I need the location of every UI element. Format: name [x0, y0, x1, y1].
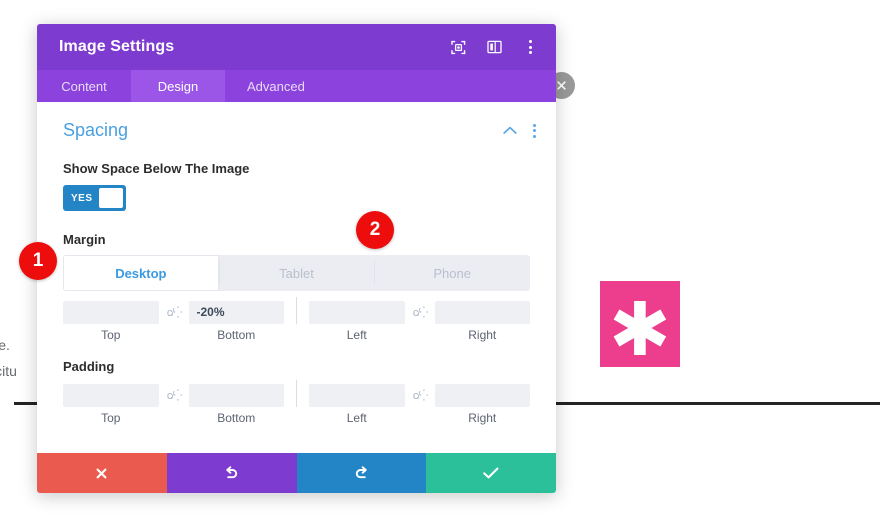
link-chain-icon[interactable]: c/⁠⁛ — [159, 389, 189, 402]
margin-horizontal-labels: Left Right — [309, 328, 530, 342]
padding-horizontal-group: c/⁠⁛ — [309, 383, 530, 407]
undo-button[interactable] — [166, 453, 297, 493]
show-space-toggle[interactable]: YES — [63, 185, 126, 211]
modal-header: Image Settings — [37, 24, 556, 70]
screen-root: here. ollicitu ✱ Image Settings — [0, 0, 880, 518]
padding-group-separator — [296, 380, 297, 407]
toggle-value-label: YES — [71, 192, 93, 204]
device-tab-tablet[interactable]: Tablet — [218, 255, 375, 291]
margin-left-label: Left — [346, 328, 367, 342]
margin-right-label: Right — [468, 328, 497, 342]
callout-badge-2: 2 — [356, 211, 394, 249]
image-settings-modal: Image Settings Content Design Advanced S… — [37, 24, 556, 493]
section-more-vertical-icon[interactable] — [533, 123, 536, 138]
chevron-up-icon[interactable] — [503, 122, 517, 140]
padding-input-labels: Top Bottom Left Right — [63, 411, 530, 425]
link-chain-icon[interactable]: c/⁠⁛ — [159, 306, 189, 319]
margin-left-input[interactable] — [309, 300, 405, 324]
focus-target-icon[interactable] — [450, 39, 466, 55]
padding-vertical-group: c/⁠⁛ — [63, 383, 284, 407]
section-actions — [503, 122, 536, 140]
padding-right-input[interactable] — [434, 383, 530, 407]
divider-left-mask — [0, 397, 14, 411]
margin-bottom-label: Bottom — [217, 328, 256, 342]
margin-inputs-row: c/⁠⁛ -20% c/⁠⁛ — [63, 297, 530, 324]
redo-button[interactable] — [296, 453, 427, 493]
device-tab-desktop[interactable]: Desktop — [63, 255, 219, 291]
padding-label: Padding — [63, 359, 115, 374]
padding-inputs-row: c/⁠⁛ c/⁠⁛ — [63, 380, 530, 407]
modal-tab-bar: Content Design Advanced — [37, 70, 556, 102]
layout-panel-icon[interactable] — [486, 39, 502, 55]
undo-arrow-icon — [226, 466, 238, 479]
margin-vertical-group: c/⁠⁛ -20% — [63, 300, 284, 324]
padding-horizontal-labels: Left Right — [309, 411, 530, 425]
save-button[interactable] — [426, 453, 556, 493]
link-chain-icon[interactable]: c/⁠⁛ — [405, 306, 435, 319]
link-chain-icon[interactable]: c/⁠⁛ — [405, 389, 435, 402]
padding-left-label: Left — [346, 411, 367, 425]
margin-group-separator — [296, 297, 297, 324]
margin-right-input[interactable] — [434, 300, 530, 324]
padding-bottom-input[interactable] — [188, 383, 284, 407]
padding-top-input[interactable] — [63, 383, 159, 407]
asterisk-icon: ✱ — [608, 287, 671, 373]
margin-top-input[interactable] — [63, 300, 159, 324]
tab-content[interactable]: Content — [37, 70, 131, 102]
toggle-knob — [98, 188, 123, 208]
margin-device-tabs: Desktop Tablet Phone — [63, 255, 530, 291]
toggle-field-label: Show Space Below The Image — [63, 161, 250, 176]
padding-right-label: Right — [468, 411, 497, 425]
padding-vertical-labels: Top Bottom — [63, 411, 284, 425]
section-title-spacing: Spacing — [63, 120, 129, 140]
modal-header-icons — [450, 39, 538, 55]
callout-badge-1: 1 — [19, 242, 57, 280]
background-asterisk-image: ✱ — [600, 281, 680, 367]
tab-advanced[interactable]: Advanced — [225, 70, 327, 102]
padding-left-input[interactable] — [309, 383, 405, 407]
modal-footer — [37, 453, 556, 493]
margin-horizontal-group: c/⁠⁛ — [309, 300, 530, 324]
checkmark-icon — [483, 467, 499, 479]
margin-bottom-input[interactable]: -20% — [188, 300, 284, 324]
padding-top-label: Top — [101, 411, 121, 425]
close-x-icon — [96, 468, 107, 478]
modal-body: Spacing Show Space Below The Image YES M… — [37, 102, 556, 453]
padding-bottom-label: Bottom — [217, 411, 256, 425]
more-vertical-dots — [528, 40, 532, 54]
page-title: Image Settings — [59, 38, 175, 55]
margin-input-labels: Top Bottom Left Right — [63, 328, 530, 342]
margin-vertical-labels: Top Bottom — [63, 328, 284, 342]
more-vertical-icon[interactable] — [522, 39, 538, 55]
device-tab-phone[interactable]: Phone — [374, 255, 530, 291]
redo-arrow-icon — [355, 466, 367, 479]
tab-design[interactable]: Design — [131, 70, 225, 102]
margin-label: Margin — [63, 232, 106, 247]
cancel-button[interactable] — [37, 453, 167, 493]
spacing-section-header: Spacing — [37, 102, 556, 141]
margin-top-label: Top — [101, 328, 121, 342]
